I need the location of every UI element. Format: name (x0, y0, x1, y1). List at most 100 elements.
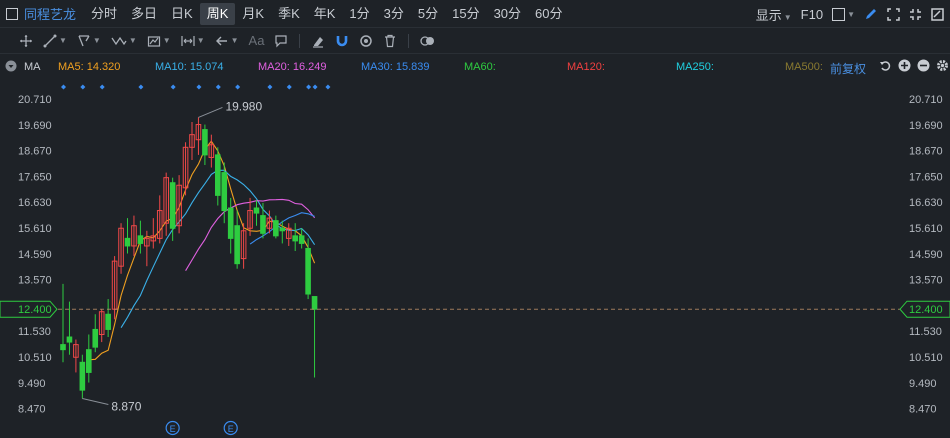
add-icon[interactable] (898, 59, 911, 72)
period-tab[interactable]: 年K (307, 3, 343, 25)
undo-icon[interactable] (879, 59, 892, 72)
y-tick-label-left: 13.570 (18, 275, 52, 287)
eye-icon[interactable] (359, 34, 373, 48)
candle-down (298, 235, 305, 244)
event-dots (61, 84, 331, 90)
period-tab[interactable]: 30分 (487, 3, 528, 25)
current-price-label-left: 12.400 (18, 304, 52, 316)
top-right-tools: 显示 ▼ F10 ▼ (756, 0, 944, 28)
fullscreen-icon[interactable] (909, 8, 922, 21)
comment-icon[interactable] (274, 34, 288, 48)
toggle-drawings-icon[interactable] (420, 34, 436, 48)
y-tick-label-left: 14.590 (18, 249, 52, 261)
event-dot (215, 84, 221, 90)
period-tabs: 分时 多日 日K 周K 月K 季K 年K 1分 3分 5分 15分 30分 60分 (84, 0, 570, 27)
y-tick-label-left: 19.690 (18, 120, 52, 132)
high-pointer (198, 107, 223, 118)
candle-down (260, 215, 266, 234)
y-tick-label-left: 9.490 (18, 378, 46, 390)
period-tab[interactable]: 季K (271, 3, 307, 25)
adjust-type-button[interactable]: 前复权 (830, 60, 866, 77)
event-dot (61, 84, 66, 90)
candle-down (305, 247, 311, 295)
low-pointer (82, 397, 109, 405)
period-tab[interactable]: 月K (235, 3, 271, 25)
y-tick-label-right: 14.590 (909, 249, 943, 261)
candle-down (124, 237, 131, 247)
expand-icon[interactable] (887, 7, 900, 21)
window-icon[interactable] (931, 7, 944, 21)
candle-down (253, 207, 260, 214)
settings-icon[interactable] (936, 59, 949, 72)
measure-tool-icon[interactable]: ▼ (147, 34, 171, 48)
period-tab[interactable]: 1分 (342, 3, 376, 25)
period-tab[interactable]: 日K (164, 3, 200, 25)
candle-down (92, 328, 99, 348)
current-price-label-right: 12.400 (909, 304, 943, 316)
toolbar-divider (408, 33, 410, 48)
eraser-icon[interactable] (311, 34, 325, 48)
candlestick-chart[interactable]: 20.710 19.690 18.670 17.650 16.630 15.610 14.5… (0, 78, 950, 438)
checkbox-icon[interactable]: ▼ (832, 7, 855, 21)
event-dot (312, 84, 318, 90)
ma-legend-item[interactable]: MA5: 14.320 (58, 61, 120, 73)
candle-down (86, 349, 92, 373)
period-tab[interactable]: 多日 (124, 3, 164, 25)
display-label: 显示 (755, 7, 782, 23)
magnet-icon[interactable] (335, 34, 349, 48)
f10-button[interactable]: F10 (801, 7, 823, 22)
annotations: 12.400 12.400 19.980 8.870 E E (0, 99, 950, 436)
ma-legend-item[interactable]: MA250: (676, 61, 714, 73)
ma-legend-item[interactable]: MA10: 15.074 (155, 61, 224, 73)
arrow-left-icon[interactable]: ▼ (215, 34, 239, 48)
ma-legend-item[interactable]: MA120: (567, 61, 605, 73)
ma-legend-item[interactable]: MA60: (464, 61, 496, 73)
ma-legend-item[interactable]: MA30: 15.839 (361, 61, 430, 73)
trash-icon[interactable] (383, 34, 397, 48)
event-dot (138, 84, 144, 90)
text-tool-icon[interactable]: Aa (249, 33, 265, 48)
event-dot (80, 84, 86, 90)
high-label: 19.980 (225, 99, 262, 113)
candle-down (221, 172, 228, 212)
period-tab[interactable]: 5分 (411, 3, 445, 25)
y-tick-label-right: 19.690 (909, 120, 943, 132)
y-tick-label-right: 10.510 (909, 352, 943, 364)
period-tab[interactable]: 周K (199, 2, 236, 25)
ma-collapse-icon[interactable] (5, 60, 17, 75)
y-tick-label-left: 10.510 (18, 352, 52, 364)
period-tab[interactable]: 分时 (84, 3, 124, 25)
event-marker-label: E (228, 424, 234, 434)
period-tab[interactable]: 15分 (445, 3, 486, 25)
ma-legend-bar: MA MA5: 14.320 MA10: 15.074 MA20: 16.249 MA… (0, 56, 950, 78)
y-tick-label-left: 17.650 (18, 171, 52, 183)
candle-down (169, 182, 176, 229)
wave-tool-icon[interactable]: ▼ (111, 34, 137, 48)
ma-legend-item[interactable]: MA500: (785, 61, 823, 73)
period-tab[interactable]: 3分 (377, 3, 411, 25)
candle-down (227, 207, 234, 239)
pen-icon[interactable] (864, 7, 878, 21)
event-dot (325, 84, 331, 90)
candle-down (215, 154, 221, 196)
candle-down (137, 235, 144, 244)
stock-name[interactable]: 同程艺龙 (24, 4, 76, 23)
channel-tool-icon[interactable]: ▼ (77, 34, 101, 48)
ma-tools (879, 59, 949, 72)
y-tick-label-right: 20.710 (909, 94, 943, 106)
y-tick-label-right: 8.470 (909, 404, 937, 416)
event-dot (235, 84, 241, 90)
candle-down (292, 235, 298, 242)
range-tool-icon[interactable]: ▼ (181, 34, 205, 48)
ma-legend-item[interactable]: MA20: 16.249 (258, 61, 327, 73)
crosshair-icon[interactable] (19, 34, 33, 48)
window-toggle-icon[interactable] (6, 7, 18, 20)
y-tick-label-left: 8.470 (18, 404, 46, 416)
display-menu[interactable]: 显示 ▼ (756, 5, 792, 24)
candle-down (66, 336, 73, 343)
remove-icon[interactable] (917, 59, 930, 72)
y-tick-label-right: 9.490 (909, 378, 937, 390)
line-tool-icon[interactable]: ▼ (43, 34, 67, 48)
period-tab[interactable]: 60分 (528, 3, 569, 25)
y-axis-right: 20.710 19.690 18.670 17.650 16.630 15.610 14.5… (909, 94, 943, 416)
